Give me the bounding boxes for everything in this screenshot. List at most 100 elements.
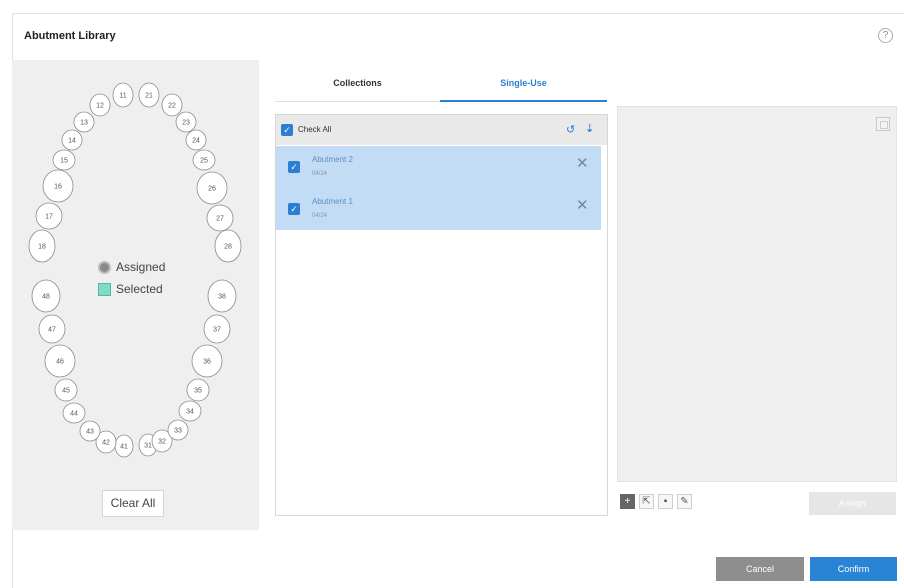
tooth-number: 35 [194, 388, 202, 395]
tooth-12[interactable]: 12 [89, 93, 111, 117]
tooth-number: 42 [102, 440, 110, 447]
tooth-21[interactable]: 21 [138, 82, 160, 108]
list-item[interactable]: ✓ Abutment 1 04/24 ✕ [276, 188, 601, 230]
tooth-number: 24 [192, 138, 200, 145]
tooth-44[interactable]: 44 [62, 402, 86, 424]
cancel-button[interactable]: Cancel [716, 557, 804, 581]
tooth-number: 33 [174, 428, 182, 435]
tooth-number: 22 [168, 103, 176, 110]
tooth-number: 43 [86, 429, 94, 436]
tooth-14[interactable]: 14 [61, 129, 83, 151]
confirm-button[interactable]: Confirm [810, 557, 897, 581]
tooth-26[interactable]: 26 [196, 171, 228, 205]
edit-icon[interactable]: ✎ [677, 494, 692, 509]
tooth-number: 23 [182, 120, 190, 127]
import-icon[interactable]: ⇱ [639, 494, 654, 509]
tooth-27[interactable]: 27 [206, 204, 234, 232]
item-date: 04/24 [312, 213, 328, 219]
sort-filter-icon[interactable]: ⇣ [585, 122, 594, 135]
tooth-36[interactable]: 36 [191, 344, 223, 378]
legend-assigned: Assigned [98, 256, 165, 278]
tooth-number: 18 [38, 244, 46, 251]
close-icon[interactable]: ✕ [576, 198, 589, 214]
tooth-number: 25 [200, 158, 208, 165]
tooth-number: 21 [145, 93, 153, 100]
tooth-37[interactable]: 37 [203, 314, 231, 344]
item-checkbox[interactable]: ✓ [288, 203, 300, 215]
list-item[interactable]: ✓ Abutment 2 04/24 ✕ [276, 146, 601, 188]
legend-assigned-label: Assigned [116, 260, 166, 274]
tooth-13[interactable]: 13 [73, 111, 95, 133]
dialog-title: Abutment Library [24, 30, 116, 42]
item-date: 04/24 [312, 171, 328, 177]
tooth-number: 11 [119, 93, 126, 100]
tooth-number: 17 [45, 214, 53, 221]
tooth-35[interactable]: 35 [186, 378, 210, 402]
tooth-number: 32 [158, 439, 166, 446]
tooth-24[interactable]: 24 [185, 129, 207, 151]
check-all-label: Check All [298, 125, 332, 134]
tooth-number: 16 [54, 184, 62, 191]
tooth-33[interactable]: 33 [167, 419, 189, 441]
item-name: Abutment 2 [312, 155, 353, 164]
tooth-48[interactable]: 48 [31, 279, 61, 313]
abutment-list-panel: ✓ Check All ↺ ⇣ ✓ Abutment 2 04/24 ✕ ✓ A… [275, 114, 608, 516]
tooth-number: 45 [62, 388, 70, 395]
tooth-number: 47 [48, 327, 56, 334]
tooth-41[interactable]: 41 [114, 434, 134, 458]
assign-button[interactable]: Assign [809, 492, 896, 515]
tooth-number: 28 [224, 244, 232, 251]
tooth-43[interactable]: 43 [79, 420, 101, 442]
check-all-checkbox[interactable]: ✓ [281, 124, 293, 136]
tooth-25[interactable]: 25 [192, 149, 216, 171]
legend-selected: Selected [98, 278, 165, 300]
tooth-38[interactable]: 38 [207, 279, 237, 313]
tooth-legend: Assigned Selected [98, 256, 165, 300]
tooth-16[interactable]: 16 [42, 169, 74, 203]
tooth-chart-panel: 11 12 13 14 15 16 17 18 21 22 23 24 25 26 27 28 31 32 33 34… [12, 60, 259, 530]
legend-selected-label: Selected [116, 282, 163, 296]
selected-swatch-icon [98, 282, 111, 296]
tooth-45[interactable]: 45 [54, 378, 78, 402]
add-icon[interactable]: + [620, 494, 635, 509]
history-icon[interactable]: ↺ [566, 123, 575, 136]
tooth-number: 38 [218, 294, 226, 301]
tooth-28[interactable]: 28 [214, 229, 242, 263]
abutment-library-dialog: Abutment Library ? 11 12 13 14 15 16 17 18 21 22 2… [0, 0, 904, 588]
preview-toolbar: + ⇱ ▪ ✎ [620, 494, 692, 509]
tooth-11[interactable]: 11 [112, 82, 134, 108]
tooth-number: 12 [96, 103, 104, 110]
tooth-number: 34 [186, 409, 194, 416]
tooth-number: 15 [60, 158, 68, 165]
assigned-swatch-icon [98, 260, 111, 274]
tooth-17[interactable]: 17 [35, 202, 63, 230]
tooth-47[interactable]: 47 [38, 314, 66, 344]
close-icon[interactable]: ✕ [576, 156, 589, 172]
tab-single-use[interactable]: Single-Use [440, 78, 607, 102]
tooth-18[interactable]: 18 [28, 229, 56, 263]
clear-all-button[interactable]: Clear All [102, 490, 164, 517]
tooth-34[interactable]: 34 [178, 400, 202, 422]
help-icon[interactable]: ? [878, 28, 893, 43]
tooth-number: 26 [208, 186, 216, 193]
tooth-number: 31 [144, 443, 152, 450]
tooth-number: 13 [80, 120, 88, 127]
tooth-number: 36 [203, 359, 211, 366]
tab-collections[interactable]: Collections [275, 78, 440, 102]
abutment-preview [617, 106, 897, 482]
tooth-number: 27 [216, 216, 224, 223]
list-header: ✓ Check All ↺ ⇣ [276, 115, 607, 145]
tooth-number: 14 [68, 138, 76, 145]
tooth-number: 37 [213, 327, 221, 334]
tooth-number: 46 [56, 359, 64, 366]
tooth-22[interactable]: 22 [161, 93, 183, 117]
view-toggle-icon[interactable] [876, 117, 890, 131]
tooth-23[interactable]: 23 [175, 111, 197, 133]
tooth-number: 44 [70, 411, 78, 418]
tooth-number: 41 [120, 444, 128, 451]
tooth-46[interactable]: 46 [44, 344, 76, 378]
item-checkbox[interactable]: ✓ [288, 161, 300, 173]
item-name: Abutment 1 [312, 197, 353, 206]
delete-icon[interactable]: ▪ [658, 494, 673, 509]
tooth-15[interactable]: 15 [52, 149, 76, 171]
